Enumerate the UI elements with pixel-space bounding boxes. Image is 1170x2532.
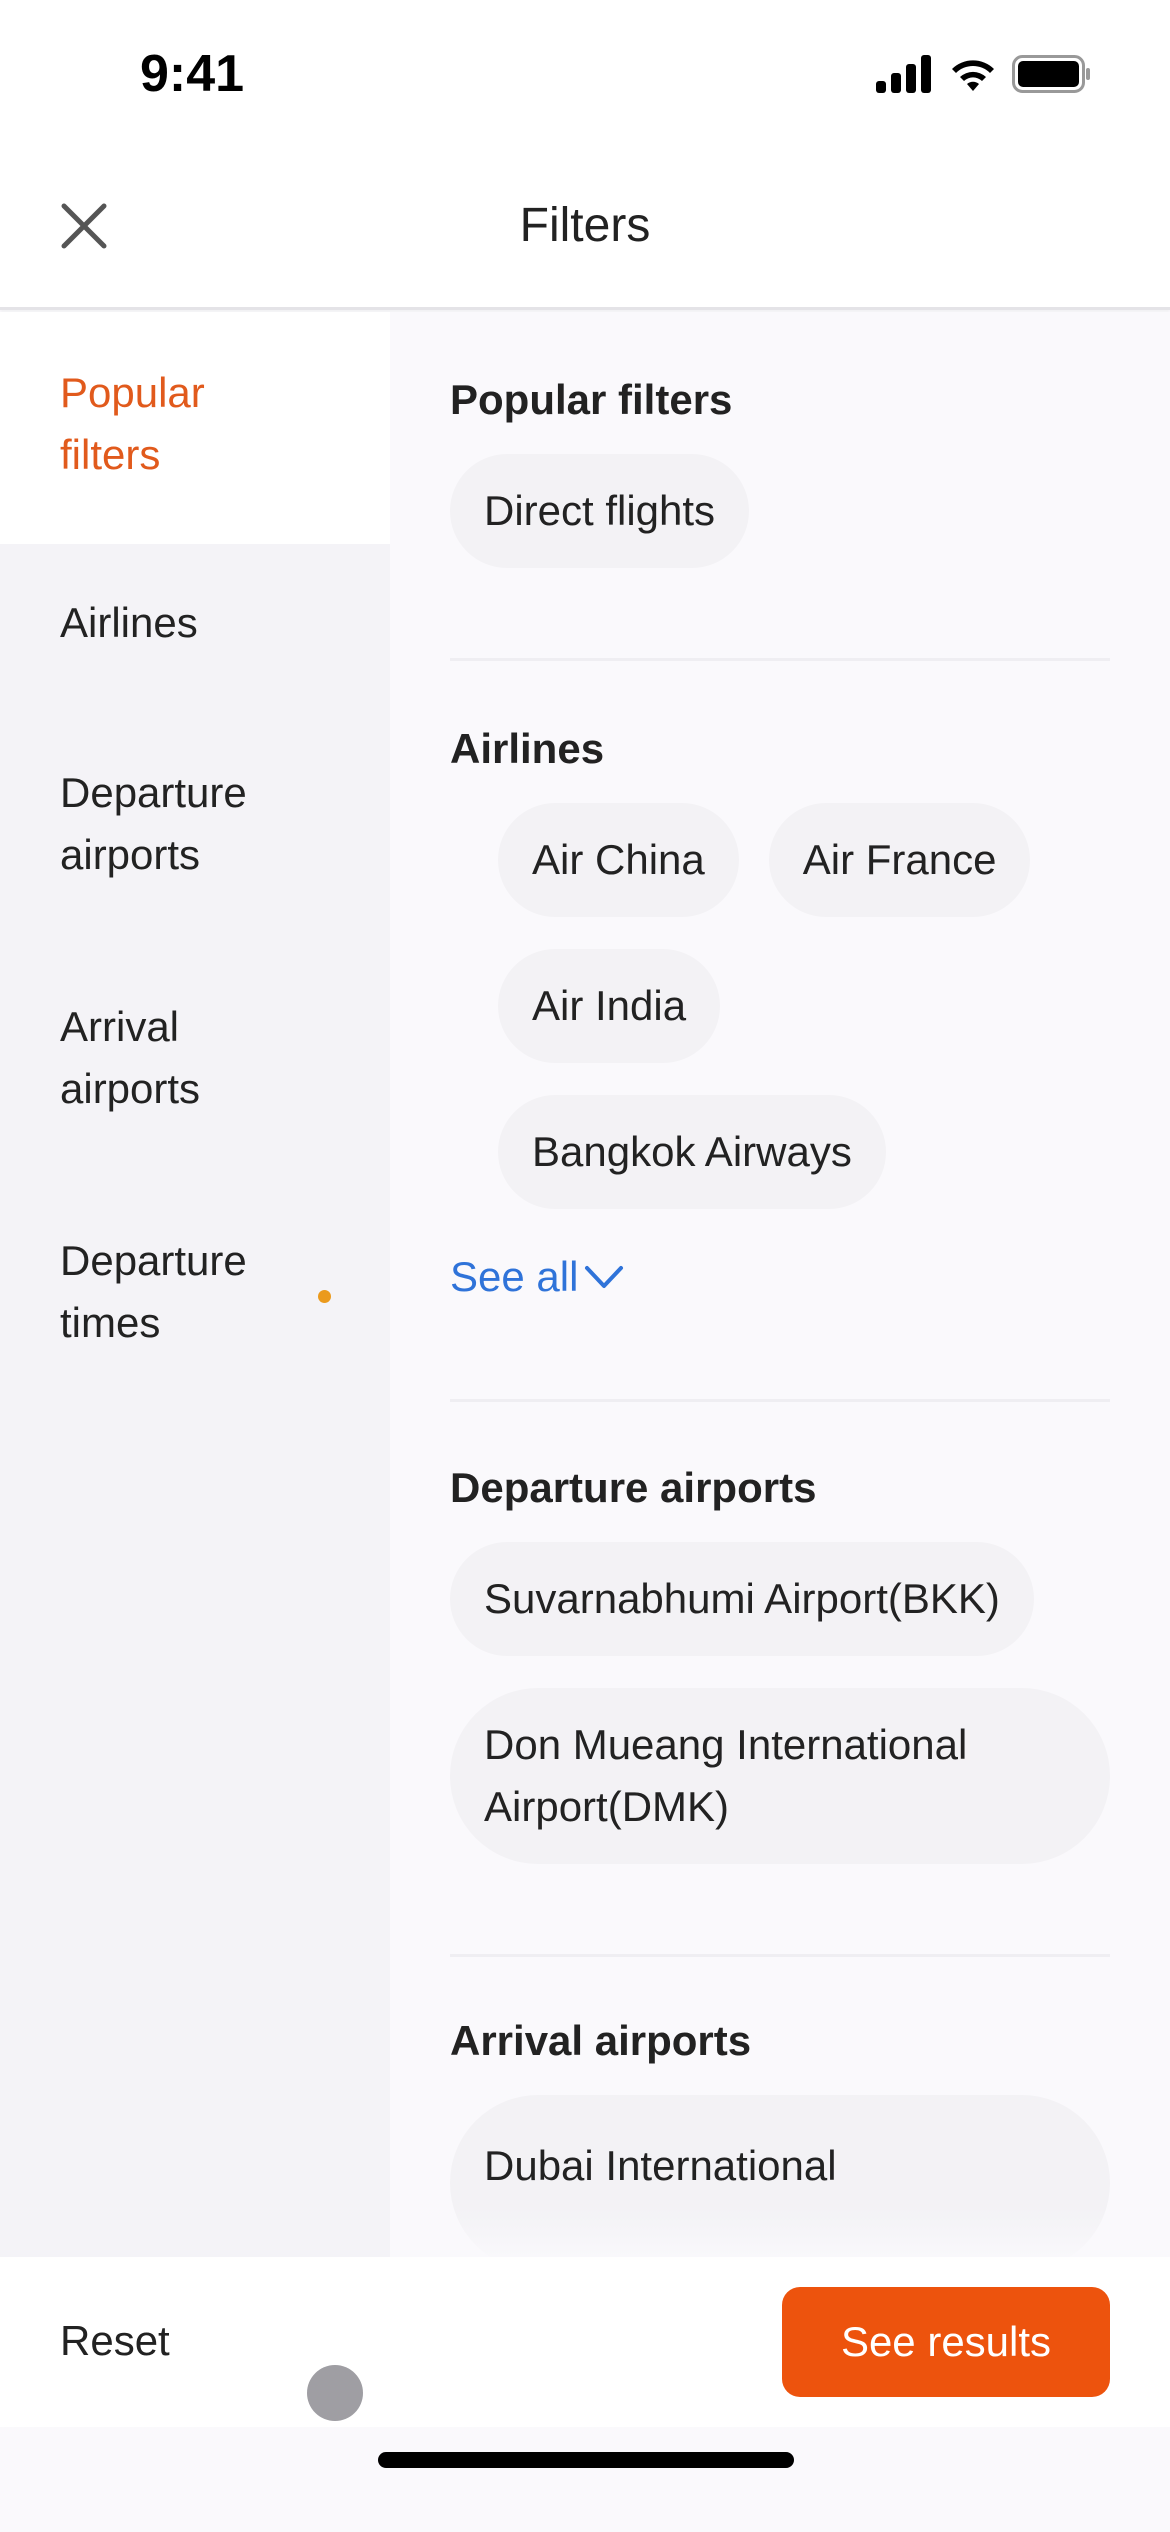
- status-bar: 9:41: [0, 0, 1170, 150]
- section-popular-filters: Popular filters Direct flights: [390, 312, 1170, 568]
- sidebar-item-airlines[interactable]: Airlines: [0, 544, 390, 714]
- page-title: Filters: [519, 199, 651, 252]
- sidebar-item-label: Arrival airports: [60, 1003, 201, 1112]
- section-title: Airlines: [450, 725, 605, 772]
- chevron-down-icon: [584, 1264, 624, 1290]
- see-all-airlines-link[interactable]: See all: [450, 1253, 624, 1301]
- section-title: Popular filters: [450, 376, 733, 423]
- chip-bangkok-airways[interactable]: Bangkok Airways: [498, 1095, 886, 1209]
- home-indicator[interactable]: [378, 2452, 794, 2468]
- section-airlines: Airlines Air China Air France Air India …: [390, 661, 1170, 1301]
- battery-icon: [1012, 55, 1092, 98]
- chip-air-india[interactable]: Air India: [498, 949, 721, 1063]
- chip-direct-flights[interactable]: Direct flights: [450, 454, 750, 568]
- touch-indicator: [307, 2365, 363, 2421]
- sidebar-item-popular-filters[interactable]: Popular filters: [0, 312, 390, 544]
- chip-don-mueang-airport[interactable]: Don Mueang International Airport(DMK): [450, 1688, 1110, 1864]
- sidebar-item-label: Airlines: [60, 599, 198, 646]
- section-title: Arrival airports: [450, 2017, 752, 2064]
- see-all-label: See all: [450, 1253, 579, 1300]
- sidebar-item-label: Popular filters: [60, 369, 205, 478]
- chip-suvarnabhumi-airport[interactable]: Suvarnabhumi Airport(BKK): [450, 1542, 1034, 1656]
- filters-header: Filters: [0, 150, 1170, 310]
- wifi-icon: [948, 55, 998, 98]
- scroll-fade: [390, 2207, 1170, 2257]
- filter-category-sidebar: Popular filters Airlines Departure airpo…: [0, 312, 390, 2257]
- sidebar-item-label: Departure airports: [60, 769, 247, 878]
- sidebar-item-departure-times[interactable]: Departure times: [0, 1182, 390, 1416]
- chip-air-china[interactable]: Air China: [498, 803, 739, 917]
- section-departure-airports: Departure airports Suvarnabhumi Airport(…: [390, 1402, 1170, 1864]
- reset-button[interactable]: Reset: [60, 2317, 170, 2365]
- status-time: 9:41: [140, 45, 245, 103]
- home-indicator-area: [0, 2427, 1170, 2532]
- see-results-button[interactable]: See results: [782, 2287, 1110, 2397]
- chip-air-france[interactable]: Air France: [768, 803, 1031, 917]
- sidebar-item-arrival-airports[interactable]: Arrival airports: [0, 948, 390, 1182]
- filter-footer: Reset See results: [0, 2257, 1170, 2427]
- filter-options-panel: Popular filters Direct flights Airlines …: [390, 312, 1170, 2257]
- cellular-signal-icon: [876, 55, 934, 98]
- sidebar-item-departure-airports[interactable]: Departure airports: [0, 714, 390, 948]
- sidebar-item-label: Departure times: [60, 1237, 247, 1346]
- section-title: Departure airports: [450, 1464, 817, 1511]
- active-filter-indicator-dot: [318, 1290, 331, 1303]
- status-icons: [876, 55, 1092, 98]
